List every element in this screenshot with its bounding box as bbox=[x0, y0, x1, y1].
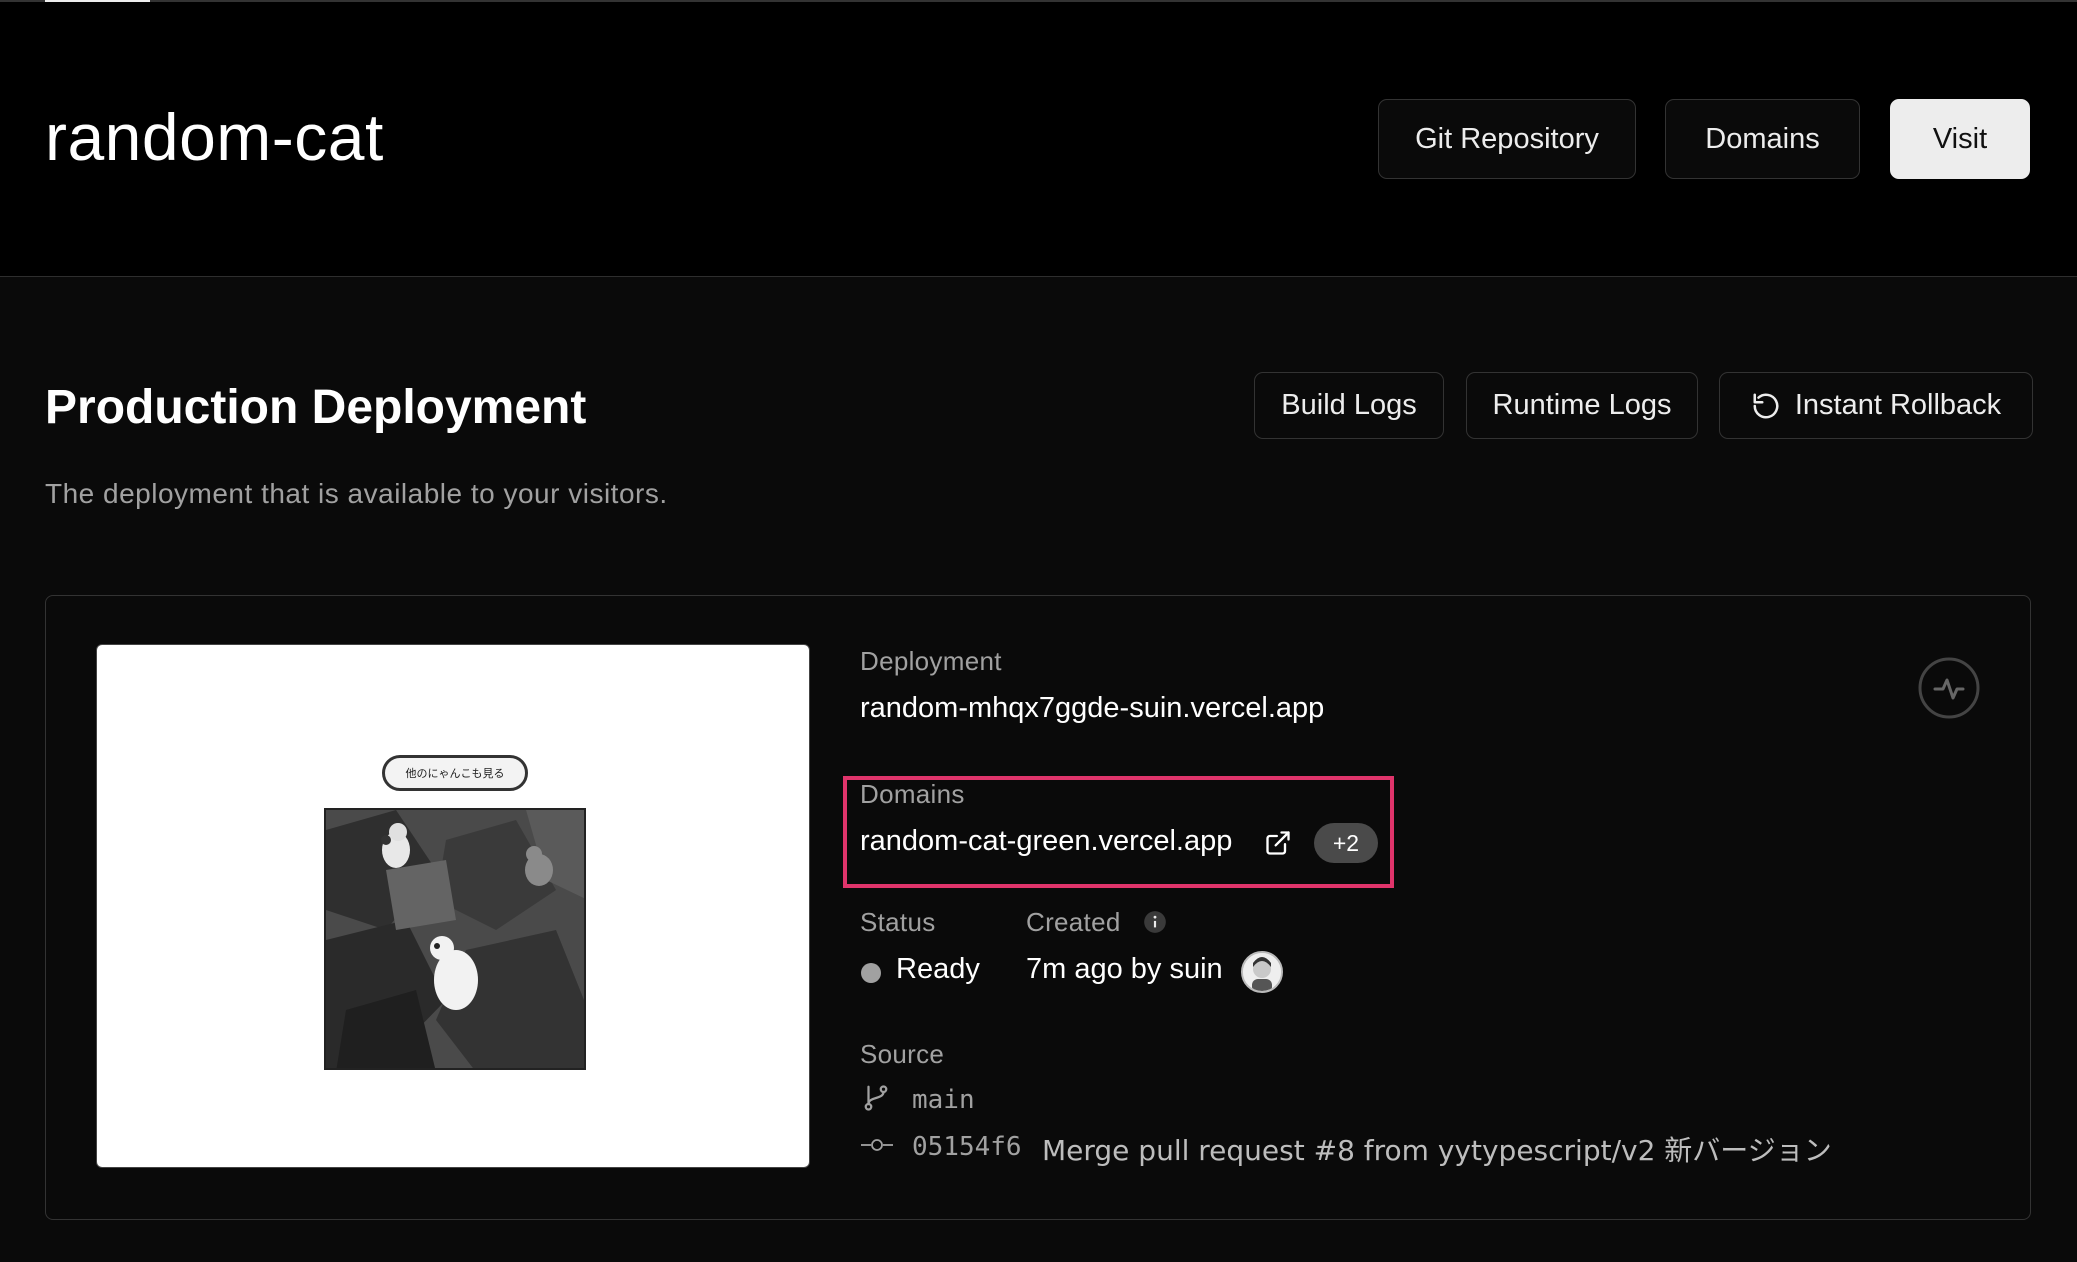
branch-icon bbox=[864, 1085, 888, 1111]
info-icon[interactable] bbox=[1142, 909, 1168, 935]
production-deployment-section: Production Deployment The deployment tha… bbox=[0, 277, 2077, 1262]
section-description: The deployment that is available to your… bbox=[45, 478, 668, 509]
rollback-icon bbox=[1753, 393, 1779, 418]
activity-icon[interactable] bbox=[1917, 656, 1981, 720]
status-indicator bbox=[861, 963, 881, 983]
visit-button[interactable]: Visit bbox=[1890, 99, 2030, 179]
deployment-url[interactable]: random-mhqx7ggde-suin.vercel.app bbox=[860, 692, 1324, 725]
cat-photo bbox=[324, 808, 586, 1070]
additional-domains-badge[interactable]: +2 bbox=[1314, 823, 1378, 863]
external-link-icon[interactable] bbox=[1264, 829, 1292, 857]
user-avatar[interactable] bbox=[1241, 951, 1283, 993]
created-value: 7m ago by suin bbox=[1026, 953, 1223, 985]
deployment-label: Deployment bbox=[860, 646, 1002, 676]
section-title: Production Deployment bbox=[45, 381, 587, 434]
branch-name[interactable]: main bbox=[912, 1085, 975, 1115]
project-title: random-cat bbox=[45, 100, 384, 174]
build-logs-button[interactable]: Build Logs bbox=[1254, 372, 1444, 439]
preview-banner: 他のにゃんこも見る bbox=[382, 755, 528, 791]
status-value: Ready bbox=[896, 953, 980, 985]
commit-icon bbox=[861, 1139, 893, 1151]
instant-rollback-button[interactable]: Instant Rollback bbox=[1719, 372, 2033, 439]
status-label: Status bbox=[860, 907, 936, 937]
cat-photo-illustration bbox=[326, 810, 584, 1068]
domains-label: Domains bbox=[860, 779, 965, 809]
source-label: Source bbox=[860, 1039, 945, 1069]
project-header: random-cat Git Repository Domains Visit bbox=[0, 2, 2077, 277]
runtime-logs-button[interactable]: Runtime Logs bbox=[1466, 372, 1698, 439]
git-repository-button[interactable]: Git Repository bbox=[1378, 99, 1636, 179]
commit-hash[interactable]: 05154f6 bbox=[912, 1132, 1022, 1162]
avatar-illustration bbox=[1243, 953, 1281, 991]
instant-rollback-label: Instant Rollback bbox=[1794, 389, 2002, 421]
domain-link[interactable]: random-cat-green.vercel.app bbox=[860, 825, 1232, 858]
deployment-preview[interactable]: 他のにゃんこも見る bbox=[96, 644, 810, 1168]
commit-message[interactable]: Merge pull request #8 from yytypescript/… bbox=[1042, 1129, 1832, 1169]
created-label: Created bbox=[1026, 907, 1121, 937]
deployment-card: 他のにゃんこも見る Deployment random-mhqx7ggde-su… bbox=[45, 595, 2031, 1220]
domains-button[interactable]: Domains bbox=[1665, 99, 1860, 179]
